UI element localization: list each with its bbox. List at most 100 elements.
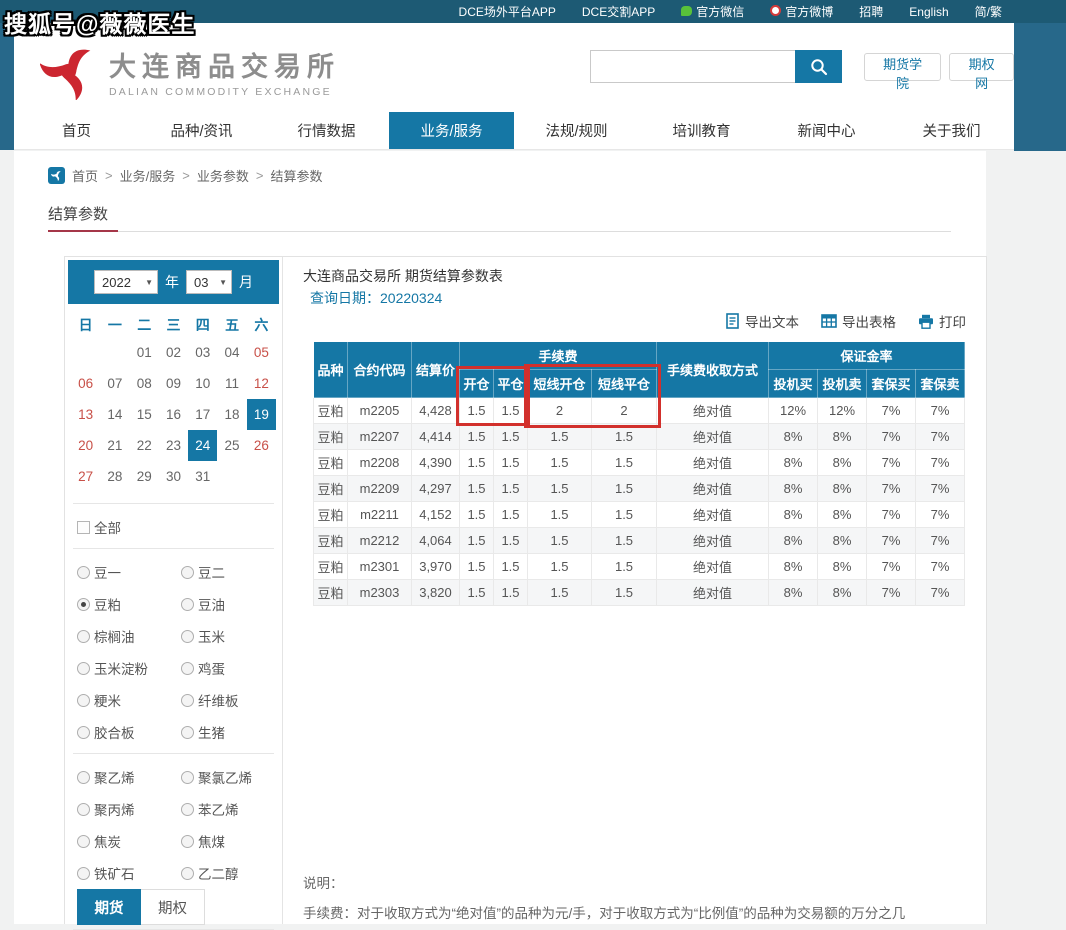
nav-item[interactable]: 培训教育: [639, 112, 764, 149]
variety-radio[interactable]: 豆油: [181, 594, 282, 614]
calendar-day[interactable]: 18: [217, 399, 246, 430]
variety-radio-label: 胶合板: [94, 722, 135, 742]
quick-link-button[interactable]: 期权网: [949, 53, 1014, 81]
calendar-day[interactable]: 15: [130, 399, 159, 430]
variety-radio[interactable]: 粳米: [77, 690, 181, 710]
variety-radio[interactable]: 豆一: [77, 562, 181, 582]
variety-radio[interactable]: 铁矿石: [77, 863, 181, 883]
topbar-link[interactable]: DCE交割APP: [582, 3, 655, 20]
calendar-day[interactable]: 12: [247, 368, 276, 399]
variety-radio[interactable]: 胶合板: [77, 722, 181, 742]
table-cell: 4,064: [412, 528, 460, 554]
calendar-day[interactable]: 14: [100, 399, 129, 430]
radio-icon: [181, 726, 194, 739]
table-cell: 3,820: [412, 580, 460, 606]
calendar-day[interactable]: 30: [159, 461, 188, 492]
variety-radio[interactable]: 纤维板: [181, 690, 282, 710]
topbar-link-label: English: [909, 5, 948, 19]
search-button[interactable]: [795, 50, 842, 83]
nav-item[interactable]: 关于我们: [889, 112, 1014, 149]
variety-radio[interactable]: 焦煤: [181, 831, 282, 851]
variety-radio[interactable]: 鸡蛋: [181, 658, 282, 678]
table-cell: 8%: [818, 424, 867, 450]
calendar-day[interactable]: 16: [159, 399, 188, 430]
topbar-link[interactable]: DCE场外平台APP: [459, 3, 556, 20]
table-cell: m2211: [348, 502, 412, 528]
breadcrumb-item[interactable]: 首页: [72, 166, 98, 185]
table-cell: 4,428: [412, 398, 460, 424]
tab-options[interactable]: 期权: [141, 889, 205, 925]
radio-icon: [181, 771, 194, 784]
export-action[interactable]: 打印: [918, 311, 966, 331]
table-cell: 7%: [867, 502, 916, 528]
year-select[interactable]: 2022 ▼: [94, 270, 158, 294]
variety-radio[interactable]: 聚氯乙烯: [181, 767, 282, 787]
calendar-day[interactable]: 17: [188, 399, 217, 430]
nav-item[interactable]: 业务/服务: [389, 112, 514, 149]
search-input[interactable]: [590, 50, 795, 83]
dce-logo[interactable]: 大连商品交易所 DALIAN COMMODITY EXCHANGE: [40, 43, 340, 100]
variety-radio[interactable]: 豆粕: [77, 594, 181, 614]
variety-radio[interactable]: 聚乙烯: [77, 767, 181, 787]
topbar-link[interactable]: 官方微博: [770, 3, 833, 20]
calendar-day[interactable]: 28: [100, 461, 129, 492]
nav-item[interactable]: 法规/规则: [514, 112, 639, 149]
calendar-day[interactable]: 07: [100, 368, 129, 399]
nav-item[interactable]: 品种/资讯: [139, 112, 264, 149]
calendar-day[interactable]: 21: [100, 430, 129, 461]
variety-radio[interactable]: 乙二醇: [181, 863, 282, 883]
calendar-day[interactable]: 08: [130, 368, 159, 399]
export-action[interactable]: 导出表格: [821, 311, 896, 331]
calendar-day[interactable]: 25: [217, 430, 246, 461]
topbar-link[interactable]: 简/繁: [975, 3, 1002, 20]
calendar-day[interactable]: 04: [217, 337, 246, 368]
nav-item[interactable]: 首页: [14, 112, 139, 149]
variety-radio-label: 玉米: [198, 626, 225, 646]
topbar-link[interactable]: 招聘: [859, 3, 883, 20]
calendar-day[interactable]: 20: [71, 430, 100, 461]
variety-radio[interactable]: 苯乙烯: [181, 799, 282, 819]
quick-link-button[interactable]: 期货学院: [864, 53, 941, 81]
calendar-day[interactable]: 02: [159, 337, 188, 368]
calendar-day[interactable]: 03: [188, 337, 217, 368]
variety-radio[interactable]: 豆二: [181, 562, 282, 582]
calendar-day[interactable]: 05: [247, 337, 276, 368]
breadcrumb-item[interactable]: 业务/服务: [120, 166, 176, 185]
tab-futures[interactable]: 期货: [77, 889, 141, 925]
variety-radio[interactable]: 玉米淀粉: [77, 658, 181, 678]
calendar-day[interactable]: 24: [188, 430, 217, 461]
topbar-link[interactable]: English: [909, 5, 948, 19]
variety-radio[interactable]: 棕榈油: [77, 626, 181, 646]
calendar-day[interactable]: 19: [247, 399, 276, 430]
breadcrumb-item[interactable]: 业务参数: [197, 166, 249, 185]
variety-radio[interactable]: 玉米: [181, 626, 282, 646]
export-action[interactable]: 导出文本: [725, 311, 799, 331]
table-cell: 7%: [916, 398, 965, 424]
variety-radio-label: 鸡蛋: [198, 658, 225, 678]
calendar-day[interactable]: 29: [130, 461, 159, 492]
table-cell: 7%: [916, 528, 965, 554]
variety-radio[interactable]: 生猪: [181, 722, 282, 742]
calendar-day[interactable]: 22: [130, 430, 159, 461]
calendar-day[interactable]: 01: [130, 337, 159, 368]
breadcrumb-item[interactable]: 结算参数: [270, 166, 322, 185]
calendar-day[interactable]: 31: [188, 461, 217, 492]
breadcrumb-home-icon[interactable]: [48, 167, 65, 184]
calendar-day[interactable]: 06: [71, 368, 100, 399]
calendar-day[interactable]: 23: [159, 430, 188, 461]
topbar-link[interactable]: 官方微信: [681, 3, 744, 20]
month-select[interactable]: 03 ▼: [186, 270, 232, 294]
calendar-day[interactable]: 09: [159, 368, 188, 399]
table-cell: 绝对值: [657, 502, 769, 528]
calendar-day[interactable]: 13: [71, 399, 100, 430]
variety-radio[interactable]: 聚丙烯: [77, 799, 181, 819]
calendar-day[interactable]: 26: [247, 430, 276, 461]
chevron-down-icon: ▼: [219, 278, 227, 287]
calendar-day[interactable]: 11: [217, 368, 246, 399]
all-checkbox-row[interactable]: 全部: [77, 517, 282, 537]
nav-item[interactable]: 新闻中心: [764, 112, 889, 149]
calendar-day[interactable]: 10: [188, 368, 217, 399]
variety-radio[interactable]: 焦炭: [77, 831, 181, 851]
nav-item[interactable]: 行情数据: [264, 112, 389, 149]
calendar-day[interactable]: 27: [71, 461, 100, 492]
